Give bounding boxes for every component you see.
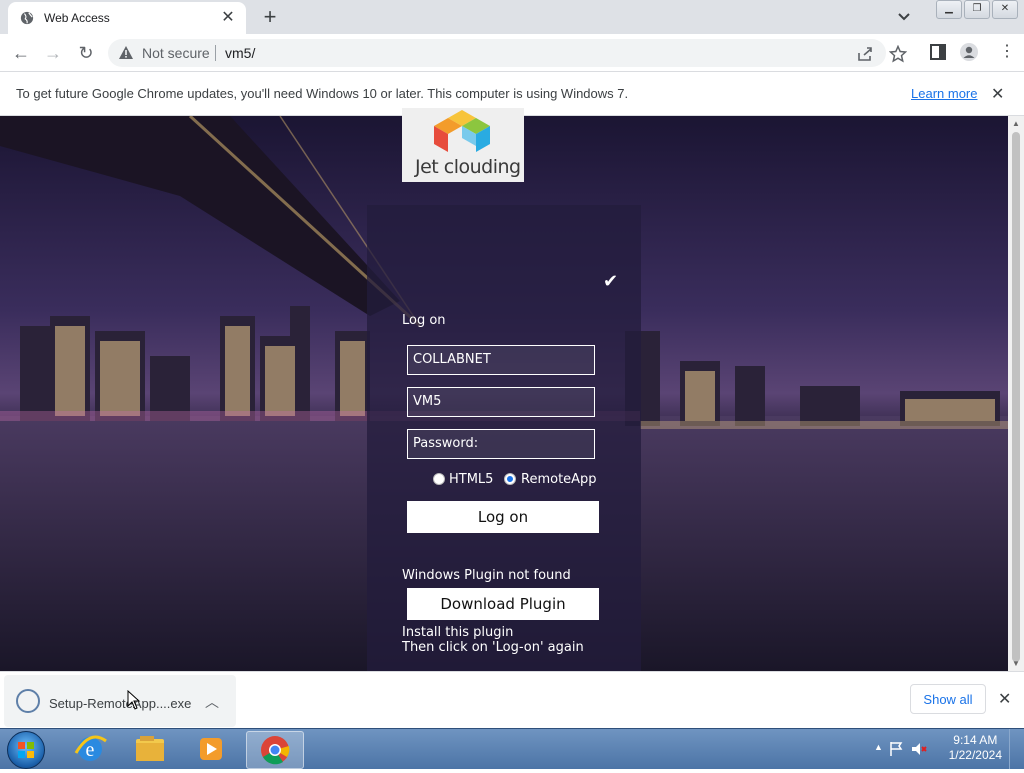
windows-taskbar: e ▲ 9:14 AM 1/22/2024 bbox=[0, 728, 1024, 769]
taskbar-explorer[interactable] bbox=[122, 731, 178, 767]
volume-muted-icon[interactable] bbox=[910, 740, 928, 758]
remoteapp-radio[interactable] bbox=[504, 473, 516, 485]
server-input[interactable]: VM5 bbox=[407, 387, 595, 417]
back-arrow-icon[interactable]: ← bbox=[8, 40, 34, 66]
svg-text:e: e bbox=[86, 739, 95, 761]
reload-icon[interactable]: ↻ bbox=[73, 40, 99, 66]
mouse-cursor-icon bbox=[127, 690, 141, 710]
forward-arrow-icon[interactable]: → bbox=[40, 40, 66, 66]
logon-button[interactable]: Log on bbox=[407, 501, 599, 533]
taskbar-ie[interactable]: e bbox=[62, 731, 118, 767]
login-heading: Log on bbox=[402, 313, 446, 328]
download-plugin-button[interactable]: Download Plugin bbox=[407, 588, 599, 620]
system-tray: ▲ 9:14 AM 1/22/2024 bbox=[864, 729, 1024, 769]
browser-tab[interactable]: Web Access ✕ bbox=[8, 2, 246, 34]
profile-avatar-icon[interactable] bbox=[960, 43, 978, 61]
address-divider bbox=[215, 45, 216, 61]
clock-time: 9:14 AM bbox=[953, 733, 998, 747]
warning-icon[interactable] bbox=[118, 45, 134, 61]
download-shelf-close-icon[interactable]: ✕ bbox=[998, 689, 1011, 709]
url-text[interactable]: vm5/ bbox=[225, 45, 255, 61]
remoteapp-radio-label[interactable]: RemoteApp bbox=[521, 472, 597, 487]
html5-radio[interactable] bbox=[433, 473, 445, 485]
close-window-button[interactable]: ✕ bbox=[992, 0, 1018, 19]
chevron-up-icon[interactable]: ︿ bbox=[205, 692, 219, 712]
side-panel-icon[interactable] bbox=[929, 43, 947, 61]
action-center-flag-icon[interactable] bbox=[888, 740, 906, 758]
globe-icon bbox=[20, 11, 34, 25]
infobar-close-icon[interactable]: ✕ bbox=[991, 84, 1004, 104]
logo-text: Jet clouding bbox=[415, 156, 521, 178]
chrome-icon bbox=[261, 736, 290, 765]
window-controls: ▁ ❐ ✕ bbox=[936, 0, 1018, 19]
restore-button[interactable]: ❐ bbox=[964, 0, 990, 19]
tray-expand-icon[interactable]: ▲ bbox=[874, 742, 883, 752]
taskbar-chrome[interactable] bbox=[246, 731, 304, 769]
scroll-up-icon[interactable]: ▲ bbox=[1012, 119, 1020, 128]
download-item[interactable]: Setup-RemoteApp....exe ︿ bbox=[4, 675, 236, 727]
install-instruction-1: Install this plugin bbox=[402, 625, 514, 640]
scroll-thumb[interactable] bbox=[1012, 132, 1020, 662]
taskbar-clock[interactable]: 9:14 AM 1/22/2024 bbox=[949, 733, 1002, 763]
logo-cubes-icon bbox=[434, 110, 490, 152]
infobar-message: To get future Google Chrome updates, you… bbox=[16, 86, 629, 101]
scroll-down-icon[interactable]: ▼ bbox=[1012, 659, 1020, 668]
new-tab-button[interactable]: + bbox=[258, 5, 282, 29]
media-player-icon bbox=[200, 738, 222, 760]
tab-strip: Web Access ✕ + ▁ ❐ ✕ bbox=[0, 0, 1024, 34]
show-desktop-button[interactable] bbox=[1009, 729, 1024, 769]
jet-clouding-logo: Jet clouding bbox=[402, 108, 524, 182]
start-button[interactable] bbox=[7, 731, 45, 769]
clock-date: 1/22/2024 bbox=[948, 748, 1002, 762]
learn-more-link[interactable]: Learn more bbox=[911, 86, 977, 101]
internet-explorer-icon: e bbox=[74, 735, 107, 761]
domain-input[interactable]: COLLABNET bbox=[407, 345, 595, 375]
bookmark-star-icon[interactable] bbox=[889, 45, 907, 63]
installer-file-icon bbox=[16, 689, 40, 713]
security-label[interactable]: Not secure bbox=[142, 45, 210, 61]
password-input[interactable]: Password: bbox=[407, 429, 595, 459]
share-icon[interactable] bbox=[856, 45, 874, 63]
plugin-status-text: Windows Plugin not found bbox=[402, 568, 571, 583]
html5-radio-label[interactable]: HTML5 bbox=[449, 472, 493, 487]
page-scrollbar[interactable]: ▲ ▼ bbox=[1008, 116, 1024, 671]
taskbar-media-player[interactable] bbox=[183, 731, 239, 767]
minimize-button[interactable]: ▁ bbox=[936, 0, 962, 19]
browser-toolbar: ← → ↻ Not secure vm5/ ⋮ bbox=[0, 34, 1024, 72]
tab-title: Web Access bbox=[44, 11, 110, 25]
download-file-name[interactable]: Setup-RemoteApp....exe bbox=[49, 696, 191, 711]
download-shelf: Setup-RemoteApp....exe ︿ Show all ✕ bbox=[0, 671, 1024, 729]
windows-logo-icon bbox=[18, 742, 34, 758]
folder-icon bbox=[136, 736, 164, 761]
checkmark-icon: ✔ bbox=[603, 271, 619, 291]
address-bar[interactable]: Not secure vm5/ bbox=[108, 39, 907, 67]
install-instruction-2: Then click on 'Log-on' again bbox=[402, 640, 584, 655]
show-all-button[interactable]: Show all bbox=[910, 684, 986, 714]
tab-search-icon[interactable] bbox=[894, 8, 914, 26]
tab-close-icon[interactable]: ✕ bbox=[218, 8, 238, 28]
menu-dots-icon[interactable]: ⋮ bbox=[999, 43, 1017, 61]
